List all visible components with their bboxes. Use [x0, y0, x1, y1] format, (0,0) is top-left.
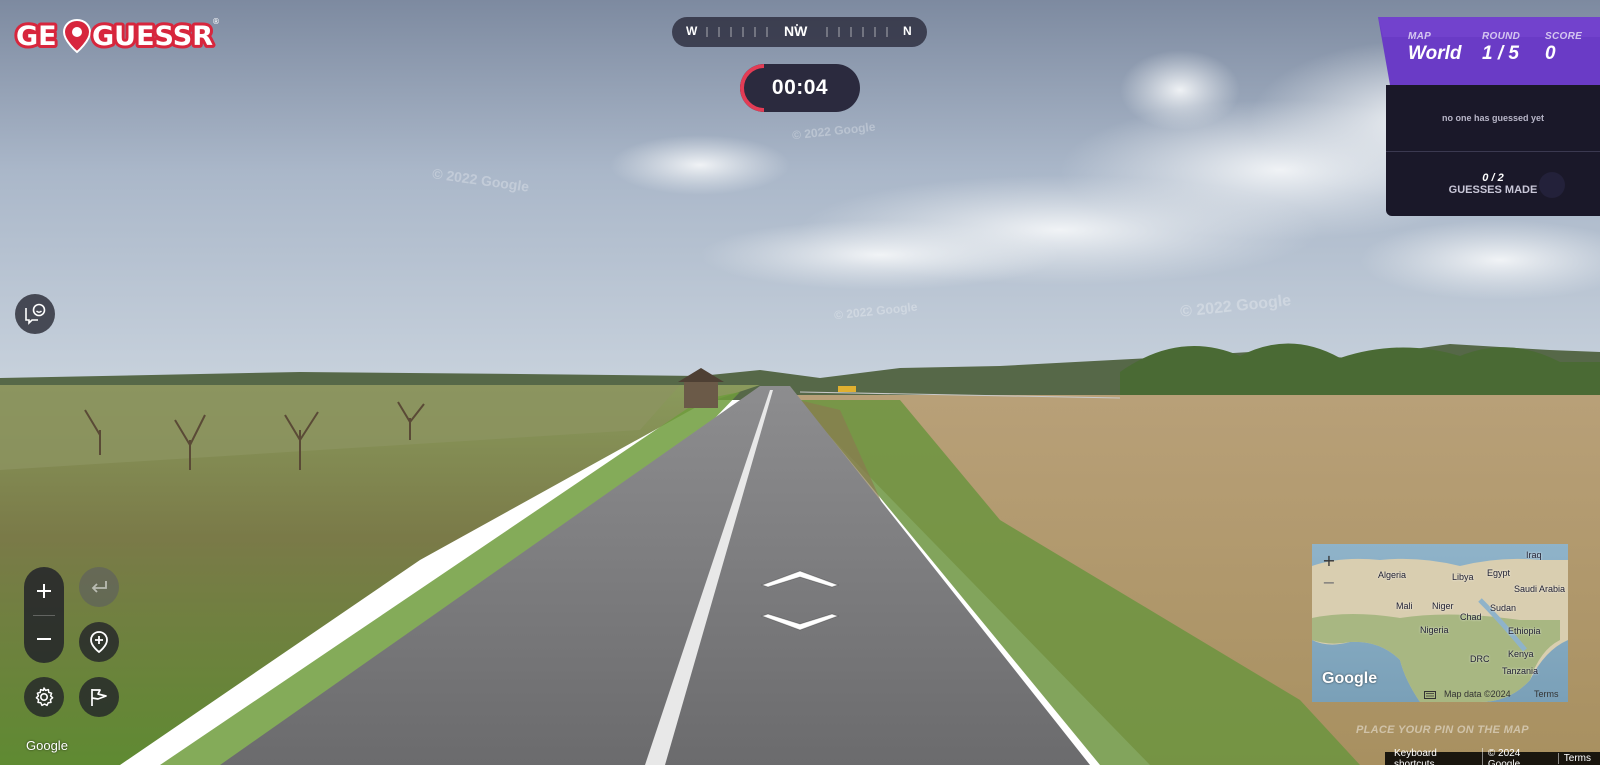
minus-icon	[37, 638, 51, 640]
flag-icon	[91, 689, 107, 706]
map-label: Egypt	[1487, 568, 1511, 578]
logo-registered-mark: ®	[212, 17, 220, 26]
place-pin-hint: PLACE YOUR PIN ON THE MAP	[1356, 724, 1529, 736]
keyboard-shortcuts-link[interactable]: Keyboard shortcuts	[1389, 748, 1482, 770]
move-forward-arrow[interactable]	[760, 567, 840, 589]
chat-button[interactable]	[15, 294, 55, 334]
keyboard-icon	[1424, 691, 1436, 699]
settings-button[interactable]	[24, 677, 64, 717]
map-value: World	[1408, 43, 1462, 64]
map-label: Saudi Arabia	[1514, 584, 1566, 594]
map-label: Niger	[1432, 601, 1454, 611]
map-label: Kenya	[1508, 649, 1534, 659]
map-label: Ethiopia	[1508, 626, 1541, 636]
zoom-divider	[33, 615, 55, 616]
game-status-panel: MAP World ROUND 1 / 5 SCORE 0 no one has…	[1378, 17, 1600, 216]
round-value: 1 / 5	[1482, 43, 1519, 64]
map-label: Libya	[1452, 572, 1474, 582]
round-timer: 00:04	[740, 64, 860, 112]
guess-minimap[interactable]: + − Algeria Libya Egypt Iraq Saudi Arabi…	[1312, 544, 1568, 702]
guess-status-message: no one has guessed yet	[1386, 85, 1600, 152]
minimap-map-data: Map data ©2024	[1444, 689, 1511, 699]
map-label: Chad	[1460, 612, 1482, 622]
player-avatar-placeholder	[1539, 172, 1565, 198]
map-label: Mali	[1396, 601, 1413, 611]
move-backward-arrow[interactable]	[760, 612, 840, 634]
zoom-out-button[interactable]	[24, 617, 64, 661]
geoguessr-logo[interactable]: GE GE GUESSR GUESSR ®	[14, 14, 224, 54]
guesses-count: 0 / 2	[1482, 172, 1504, 184]
terms-link[interactable]: Terms	[1557, 753, 1596, 764]
map-label: Iraq	[1526, 550, 1542, 560]
place-pin-button[interactable]	[79, 622, 119, 662]
timer-value: 00:04	[771, 76, 829, 99]
plus-icon	[37, 584, 51, 598]
zoom-control	[24, 567, 64, 663]
copyright-text: © 2024 Google	[1481, 747, 1558, 770]
compass-heading-label: NW	[784, 23, 808, 39]
minimap-attribution: Map data ©2024 Terms	[1312, 688, 1568, 702]
minimap-zoom-out-button[interactable]: −	[1320, 574, 1338, 592]
status-body: no one has guessed yet 0 / 2 GUESSES MAD…	[1386, 85, 1600, 216]
google-footer: Keyboard shortcuts © 2024 Google Terms	[1385, 747, 1600, 770]
map-label: Nigeria	[1420, 625, 1449, 635]
google-logo: Google	[26, 738, 68, 753]
gear-icon	[35, 687, 54, 707]
guesses-made: 0 / 2 GUESSES MADE	[1386, 152, 1600, 216]
return-to-start-button[interactable]	[79, 567, 119, 607]
compass[interactable]: W NW N	[672, 17, 927, 47]
logo-text-right-fill: GUESSR	[92, 21, 213, 52]
minimap-zoom-in-button[interactable]: +	[1320, 552, 1338, 570]
return-arrow-icon	[91, 581, 107, 593]
map-label: Tanzania	[1502, 666, 1539, 676]
zoom-in-button[interactable]	[24, 569, 64, 613]
status-header: MAP World ROUND 1 / 5 SCORE 0	[1378, 17, 1600, 85]
status-map: MAP World	[1408, 31, 1461, 65]
score-value: 0	[1545, 43, 1556, 64]
logo-graphic: GE GE GUESSR GUESSR ®	[14, 17, 220, 54]
map-label: Sudan	[1490, 603, 1517, 613]
compass-north-label: N	[903, 24, 912, 38]
minimap-terms-link[interactable]: Terms	[1534, 689, 1559, 699]
status-score: SCORE 0	[1545, 31, 1582, 65]
guesses-label: GUESSES MADE	[1448, 184, 1538, 196]
minimap-google-logo: Google	[1322, 670, 1378, 687]
compass-west-label: W	[686, 24, 698, 38]
map-label: Algeria	[1378, 570, 1407, 580]
round-label: ROUND	[1482, 31, 1521, 42]
map-label: DRC	[1470, 654, 1490, 664]
status-round: ROUND 1 / 5	[1482, 31, 1520, 65]
map-label: MAP	[1408, 31, 1432, 42]
score-label: SCORE	[1545, 31, 1583, 42]
map-pin-plus-icon	[90, 631, 108, 654]
chat-smile-icon	[25, 303, 46, 325]
logo-text-left-fill: GE	[16, 21, 57, 52]
report-button[interactable]	[79, 677, 119, 717]
